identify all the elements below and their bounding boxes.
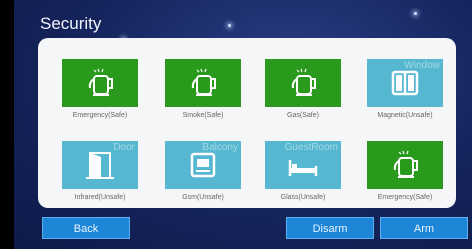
- tile-caption: Smoke(Safe): [182, 112, 224, 119]
- tile-caption: Glass(Unsafe): [280, 194, 326, 201]
- tile-background: Balcony: [165, 141, 241, 189]
- back-button[interactable]: Back: [42, 217, 130, 239]
- tile-background: [165, 59, 241, 107]
- tile-caption: Infrared(Unsafe): [74, 194, 126, 201]
- page-title: Security: [40, 14, 102, 33]
- tile-background: [62, 59, 138, 107]
- tile-background: GuestRoom: [265, 141, 341, 189]
- star-decoration: [228, 24, 231, 27]
- star-decoration: [414, 12, 417, 15]
- disarm-button[interactable]: Disarm: [286, 217, 374, 239]
- kettle-icon: [88, 68, 113, 96]
- bed-icon: [288, 160, 318, 176]
- tile-caption: Gas(Safe): [287, 112, 319, 119]
- kettle-icon: [191, 68, 216, 96]
- tile-background: [367, 141, 443, 189]
- balcony-icon: [190, 152, 216, 178]
- tile-background: Door: [62, 141, 138, 189]
- kettle-icon: [393, 150, 418, 178]
- tile-background: [265, 59, 341, 107]
- sensor-panel: Emergency(Safe) Smoke(Safe) Gas(Safe) Wi…: [38, 38, 456, 208]
- arm-button[interactable]: Arm: [380, 217, 468, 239]
- window-icon: [391, 70, 419, 96]
- tile-background: Window: [367, 59, 443, 107]
- tile-caption: Emergency(Safe): [377, 194, 433, 201]
- tile-room-label: Door: [113, 142, 135, 153]
- tile-caption: Gsm(Unsafe): [182, 194, 224, 201]
- kettle-icon: [291, 68, 316, 96]
- tile-caption: Magnetic(Unsafe): [377, 112, 433, 119]
- tile-caption: Emergency(Safe): [72, 112, 128, 119]
- door-icon: [86, 152, 114, 179]
- security-screen: Security Emergency(Safe) Smoke(Safe) Gas…: [14, 0, 472, 249]
